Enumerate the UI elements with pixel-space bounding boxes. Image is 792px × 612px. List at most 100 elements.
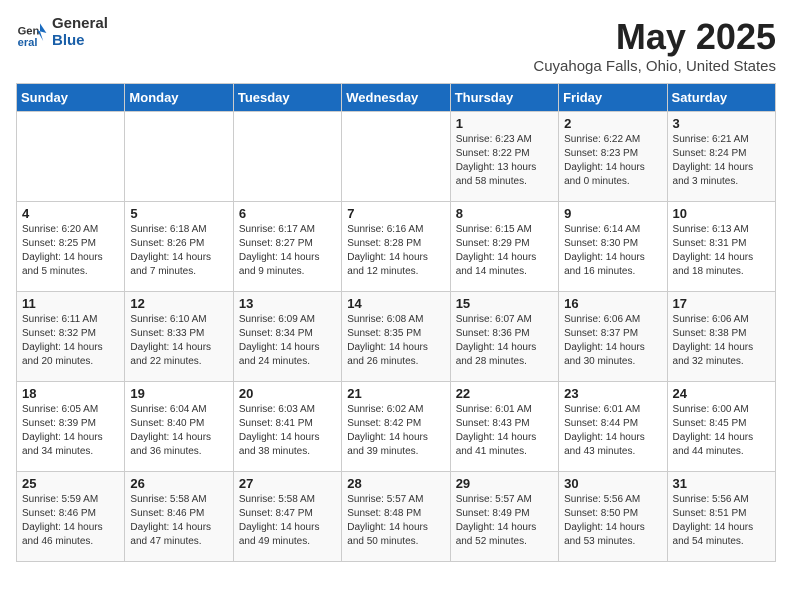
calendar-cell: 28 Sunrise: 5:57 AM Sunset: 8:48 PM Dayli… — [342, 472, 450, 562]
calendar-cell: 1Sunrise: 6:23 AM Sunset: 8:22 PM Daylig… — [450, 112, 558, 202]
day-info: Sunrise: 5:56 AM Sunset: 8:51 PM Dayligh… — [673, 493, 770, 549]
logo-icon: Gen eral — [16, 17, 48, 49]
day-info: Sunrise: 6:06 AM Sunset: 8:37 PM Dayligh… — [564, 313, 661, 369]
calendar-cell: 12Sunrise: 6:10 AM Sunset: 8:33 PM Dayli… — [125, 292, 233, 382]
calendar-cell: 25 Sunrise: 5:59 AM Sunset: 8:46 PM Dayli… — [17, 472, 125, 562]
logo-general: General — [52, 16, 108, 33]
day-info: Sunrise: 6:01 AM Sunset: 8:44 PM Dayligh… — [564, 403, 661, 459]
day-info: Sunrise: 6:08 AM Sunset: 8:35 PM Dayligh… — [347, 313, 444, 369]
calendar-cell: 17 Sunrise: 6:06 AM Sunset: 8:38 PM Dayli… — [667, 292, 775, 382]
day-info: Sunrise: 5:57 AM Sunset: 8:48 PM Dayligh… — [347, 493, 444, 549]
day-number: 27 — [239, 476, 336, 491]
calendar-cell: 13 Sunrise: 6:09 AM Sunset: 8:34 PM Dayli… — [233, 292, 341, 382]
weekday-header-row: SundayMondayTuesdayWednesdayThursdayFrid… — [17, 84, 776, 112]
day-info: Sunrise: 6:22 AM Sunset: 8:23 PM Dayligh… — [564, 133, 661, 189]
logo: Gen eral General Blue — [16, 16, 108, 49]
day-number: 15 — [456, 296, 553, 311]
calendar-cell: 14 Sunrise: 6:08 AM Sunset: 8:35 PM Dayli… — [342, 292, 450, 382]
day-number: 18 — [22, 386, 119, 401]
day-number: 4 — [22, 206, 119, 221]
svg-text:eral: eral — [18, 36, 38, 48]
day-number: 10 — [673, 206, 770, 221]
day-info: Sunrise: 6:17 AM Sunset: 8:27 PM Dayligh… — [239, 223, 336, 279]
calendar-cell: 3 Sunrise: 6:21 AM Sunset: 8:24 PM Daylig… — [667, 112, 775, 202]
day-number: 16 — [564, 296, 661, 311]
calendar-cell — [233, 112, 341, 202]
day-number: 1 — [456, 116, 553, 131]
day-info: Sunrise: 6:02 AM Sunset: 8:42 PM Dayligh… — [347, 403, 444, 459]
day-number: 14 — [347, 296, 444, 311]
day-info: Sunrise: 6:16 AM Sunset: 8:28 PM Dayligh… — [347, 223, 444, 279]
calendar-cell: 31 Sunrise: 5:56 AM Sunset: 8:51 PM Dayli… — [667, 472, 775, 562]
weekday-header: Monday — [125, 84, 233, 112]
weekday-header: Friday — [559, 84, 667, 112]
weekday-header: Sunday — [17, 84, 125, 112]
calendar-week-row: 4Sunrise: 6:20 AM Sunset: 8:25 PM Daylig… — [17, 202, 776, 292]
logo-text: General Blue — [52, 16, 108, 49]
calendar-week-row: 11 Sunrise: 6:11 AM Sunset: 8:32 PM Dayli… — [17, 292, 776, 382]
calendar-cell: 9 Sunrise: 6:14 AM Sunset: 8:30 PM Daylig… — [559, 202, 667, 292]
calendar-cell — [342, 112, 450, 202]
calendar-cell: 5Sunrise: 6:18 AM Sunset: 8:26 PM Daylig… — [125, 202, 233, 292]
weekday-header: Thursday — [450, 84, 558, 112]
calendar-cell — [17, 112, 125, 202]
day-number: 19 — [130, 386, 227, 401]
svg-text:Gen: Gen — [18, 25, 40, 37]
day-info: Sunrise: 6:14 AM Sunset: 8:30 PM Dayligh… — [564, 223, 661, 279]
weekday-header: Saturday — [667, 84, 775, 112]
day-number: 13 — [239, 296, 336, 311]
weekday-header: Wednesday — [342, 84, 450, 112]
calendar-cell: 7 Sunrise: 6:16 AM Sunset: 8:28 PM Daylig… — [342, 202, 450, 292]
day-info: Sunrise: 5:58 AM Sunset: 8:47 PM Dayligh… — [239, 493, 336, 549]
subtitle: Cuyahoga Falls, Ohio, United States — [533, 58, 776, 75]
calendar-cell: 24Sunrise: 6:00 AM Sunset: 8:45 PM Dayli… — [667, 382, 775, 472]
calendar-cell: 20 Sunrise: 6:03 AM Sunset: 8:41 PM Dayli… — [233, 382, 341, 472]
day-number: 29 — [456, 476, 553, 491]
day-number: 8 — [456, 206, 553, 221]
day-info: Sunrise: 6:03 AM Sunset: 8:41 PM Dayligh… — [239, 403, 336, 459]
day-info: Sunrise: 6:11 AM Sunset: 8:32 PM Dayligh… — [22, 313, 119, 369]
day-info: Sunrise: 6:01 AM Sunset: 8:43 PM Dayligh… — [456, 403, 553, 459]
day-number: 5 — [130, 206, 227, 221]
main-title: May 2025 — [533, 16, 776, 58]
calendar-cell: 18 Sunrise: 6:05 AM Sunset: 8:39 PM Dayli… — [17, 382, 125, 472]
day-number: 28 — [347, 476, 444, 491]
calendar-week-row: 25 Sunrise: 5:59 AM Sunset: 8:46 PM Dayli… — [17, 472, 776, 562]
day-info: Sunrise: 5:59 AM Sunset: 8:46 PM Dayligh… — [22, 493, 119, 549]
calendar-cell: 4Sunrise: 6:20 AM Sunset: 8:25 PM Daylig… — [17, 202, 125, 292]
day-number: 30 — [564, 476, 661, 491]
day-info: Sunrise: 6:15 AM Sunset: 8:29 PM Dayligh… — [456, 223, 553, 279]
logo-blue: Blue — [52, 33, 108, 50]
calendar-cell: 11 Sunrise: 6:11 AM Sunset: 8:32 PM Dayli… — [17, 292, 125, 382]
day-info: Sunrise: 6:06 AM Sunset: 8:38 PM Dayligh… — [673, 313, 770, 369]
calendar-cell: 23Sunrise: 6:01 AM Sunset: 8:44 PM Dayli… — [559, 382, 667, 472]
calendar-cell: 8 Sunrise: 6:15 AM Sunset: 8:29 PM Daylig… — [450, 202, 558, 292]
day-number: 20 — [239, 386, 336, 401]
day-number: 25 — [22, 476, 119, 491]
calendar-cell — [125, 112, 233, 202]
day-number: 6 — [239, 206, 336, 221]
day-info: Sunrise: 6:07 AM Sunset: 8:36 PM Dayligh… — [456, 313, 553, 369]
day-info: Sunrise: 6:05 AM Sunset: 8:39 PM Dayligh… — [22, 403, 119, 459]
day-number: 7 — [347, 206, 444, 221]
day-number: 21 — [347, 386, 444, 401]
day-number: 9 — [564, 206, 661, 221]
day-info: Sunrise: 6:21 AM Sunset: 8:24 PM Dayligh… — [673, 133, 770, 189]
day-info: Sunrise: 6:09 AM Sunset: 8:34 PM Dayligh… — [239, 313, 336, 369]
day-number: 22 — [456, 386, 553, 401]
page-header: Gen eral General Blue May 2025 Cuyahoga … — [16, 16, 776, 75]
day-info: Sunrise: 6:13 AM Sunset: 8:31 PM Dayligh… — [673, 223, 770, 279]
calendar-cell: 6 Sunrise: 6:17 AM Sunset: 8:27 PM Daylig… — [233, 202, 341, 292]
calendar-cell: 10 Sunrise: 6:13 AM Sunset: 8:31 PM Dayli… — [667, 202, 775, 292]
day-number: 17 — [673, 296, 770, 311]
day-number: 31 — [673, 476, 770, 491]
day-number: 26 — [130, 476, 227, 491]
day-number: 3 — [673, 116, 770, 131]
day-info: Sunrise: 5:56 AM Sunset: 8:50 PM Dayligh… — [564, 493, 661, 549]
calendar-week-row: 1Sunrise: 6:23 AM Sunset: 8:22 PM Daylig… — [17, 112, 776, 202]
weekday-header: Tuesday — [233, 84, 341, 112]
calendar-cell: 21 Sunrise: 6:02 AM Sunset: 8:42 PM Dayli… — [342, 382, 450, 472]
day-number: 11 — [22, 296, 119, 311]
calendar-cell: 22 Sunrise: 6:01 AM Sunset: 8:43 PM Dayli… — [450, 382, 558, 472]
day-info: Sunrise: 5:58 AM Sunset: 8:46 PM Dayligh… — [130, 493, 227, 549]
